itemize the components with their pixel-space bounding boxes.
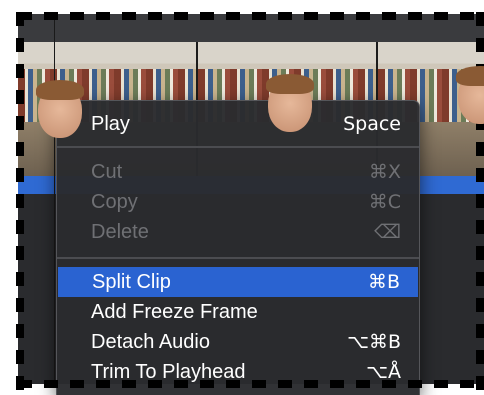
menu-item-add-freeze-frame[interactable]: Add Freeze Frame: [57, 297, 419, 327]
border-dash: [434, 380, 448, 388]
border-dash: [70, 380, 84, 388]
border-dash: [16, 64, 24, 78]
menu-item-shortcut: Space: [343, 113, 401, 135]
border-dash: [382, 12, 396, 20]
border-dash: [356, 380, 370, 388]
border-dash: [16, 168, 24, 182]
border-dash: [434, 12, 448, 20]
border-dash: [476, 12, 484, 26]
border-dash: [408, 12, 422, 20]
border-dash: [16, 298, 24, 312]
border-dash: [16, 376, 24, 390]
menu-separator: [57, 146, 419, 148]
border-dash: [304, 12, 318, 20]
border-dash: [476, 168, 484, 182]
border-dash: [174, 380, 188, 388]
menu-item-delete[interactable]: Delete ⌫: [57, 217, 419, 247]
menu-item-split-clip[interactable]: Split Clip ⌘B: [58, 267, 418, 297]
border-dash: [476, 272, 484, 286]
border-dash: [476, 246, 484, 260]
border-dash: [460, 12, 474, 20]
border-dash: [122, 380, 136, 388]
menu-item-label: Cut: [91, 160, 123, 183]
border-dash: [476, 324, 484, 338]
border-dash: [16, 220, 24, 234]
border-dash: [96, 380, 110, 388]
person-face: [36, 80, 84, 138]
border-dash: [356, 12, 370, 20]
border-dash: [200, 12, 214, 20]
border-dash: [16, 116, 24, 130]
border-dash: [476, 350, 484, 364]
menu-item-shortcut: ⌘X: [368, 161, 401, 183]
border-dash: [16, 90, 24, 104]
border-dash: [16, 246, 24, 260]
border-dash: [226, 12, 240, 20]
border-dash: [252, 12, 266, 20]
menu-item-label: Delete: [91, 220, 149, 243]
delete-key-icon: ⌫: [374, 221, 401, 243]
person-face: [266, 74, 314, 132]
context-menu: Play Space Cut ⌘X Copy ⌘C Delete ⌫ Split…: [56, 100, 420, 395]
border-dash: [148, 380, 162, 388]
border-dash: [44, 12, 58, 20]
border-dash: [408, 380, 422, 388]
border-dash: [16, 142, 24, 156]
border-dash: [476, 142, 484, 156]
menu-item-label: Add Freeze Frame: [91, 300, 258, 323]
border-dash: [278, 12, 292, 20]
menu-item-copy[interactable]: Copy ⌘C: [57, 187, 419, 217]
border-dash: [96, 12, 110, 20]
border-dash: [16, 324, 24, 338]
person-face: [456, 66, 484, 124]
border-dash: [16, 350, 24, 364]
playhead[interactable]: [54, 14, 55, 384]
border-dash: [330, 12, 344, 20]
border-dash: [252, 380, 266, 388]
border-dash: [122, 12, 136, 20]
border-dash: [16, 194, 24, 208]
border-dash: [16, 12, 24, 26]
border-dash: [70, 12, 84, 20]
border-dash: [278, 380, 292, 388]
border-dash: [476, 220, 484, 234]
border-dash: [44, 380, 58, 388]
menu-item-label: Copy: [91, 190, 138, 213]
menu-item-label: Detach Audio: [91, 330, 210, 353]
border-dash: [460, 380, 474, 388]
menu-item-cut[interactable]: Cut ⌘X: [57, 157, 419, 187]
border-dash: [148, 12, 162, 20]
border-dash: [304, 380, 318, 388]
border-dash: [476, 194, 484, 208]
border-dash: [476, 298, 484, 312]
border-dash: [476, 376, 484, 390]
border-dash: [330, 380, 344, 388]
menu-separator: [57, 257, 419, 259]
menu-item-play[interactable]: Play Space: [57, 109, 419, 139]
border-dash: [16, 38, 24, 52]
menu-item-shortcut: ⌘C: [368, 191, 401, 213]
menu-item-detach-audio[interactable]: Detach Audio ⌥⌘B: [57, 327, 419, 357]
border-dash: [200, 380, 214, 388]
menu-item-label: Play: [91, 112, 130, 135]
menu-item-label: Split Clip: [92, 270, 171, 293]
border-dash: [174, 12, 188, 20]
menu-item-shortcut: ⌘B: [367, 271, 400, 293]
border-dash: [476, 38, 484, 52]
border-dash: [382, 380, 396, 388]
menu-item-shortcut: ⌥⌘B: [347, 331, 401, 353]
border-dash: [226, 380, 240, 388]
menu-item-label: Trim To Playhead: [91, 360, 246, 383]
border-dash: [16, 272, 24, 286]
